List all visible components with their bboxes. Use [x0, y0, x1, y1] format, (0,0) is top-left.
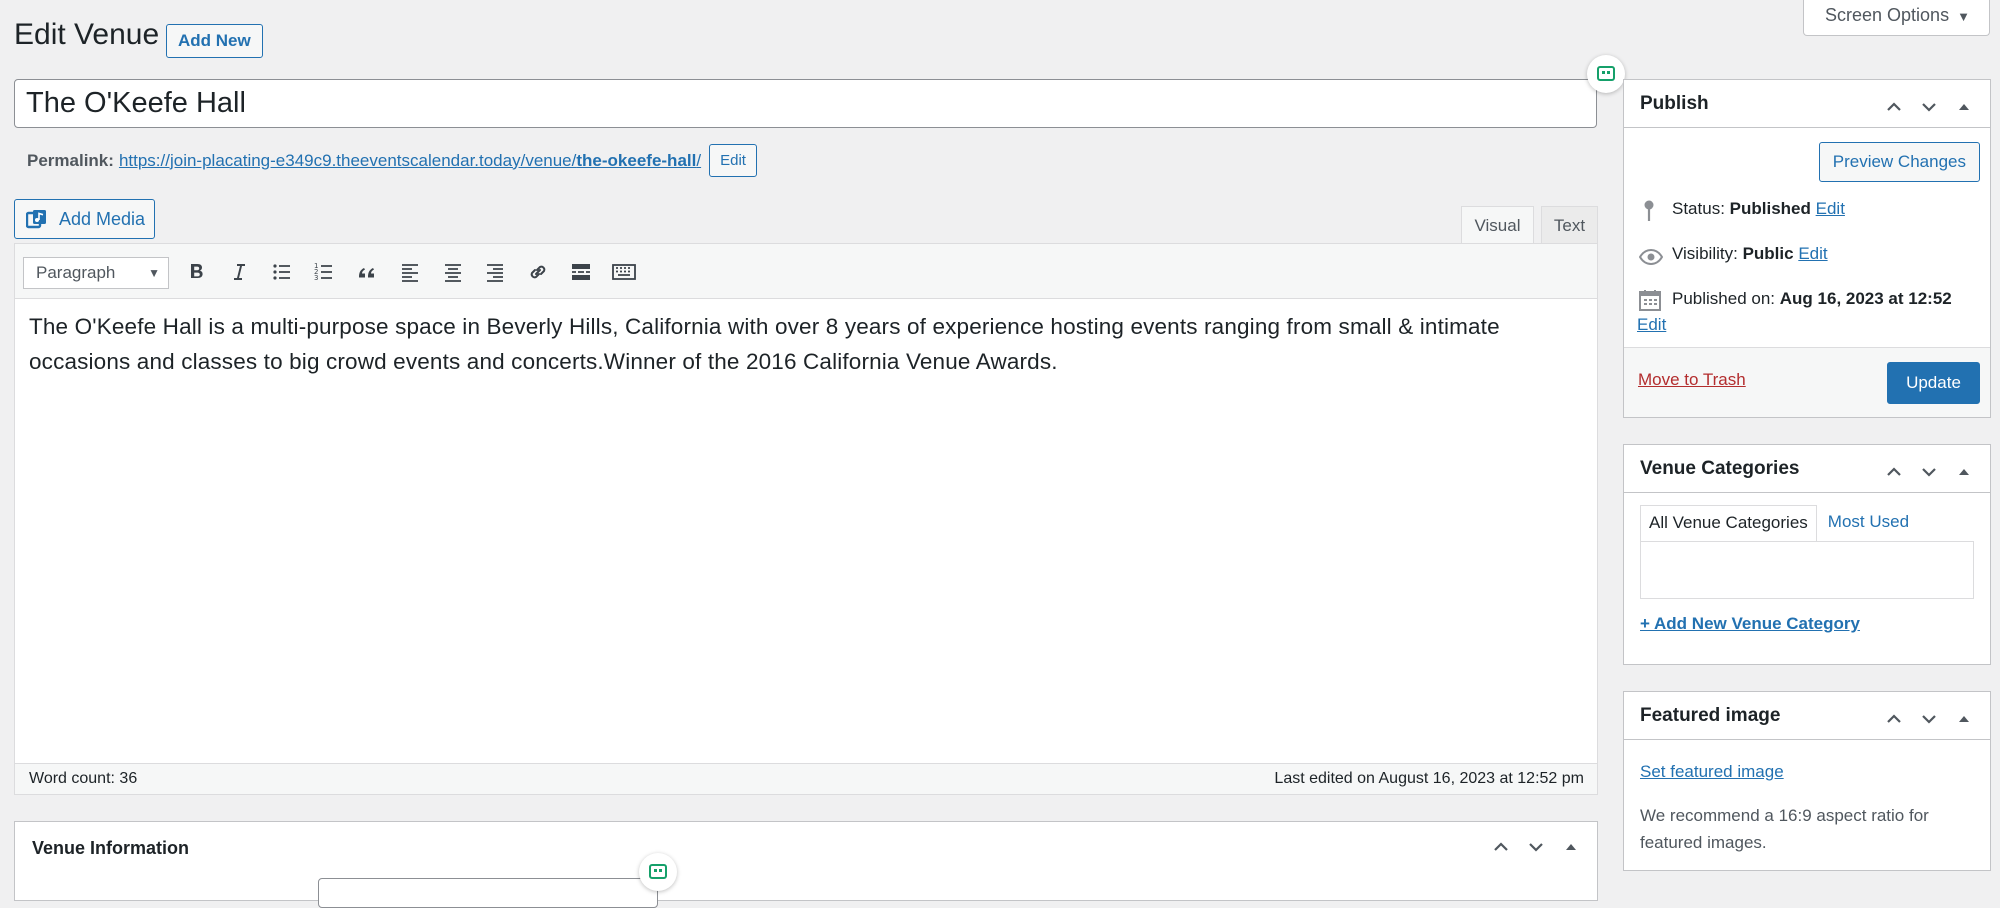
screen-options-button[interactable]: Screen Options ▼: [1803, 0, 1990, 36]
svg-text:3: 3: [314, 274, 318, 282]
venue-categories-box: Venue Categories All Venue Categories Mo…: [1623, 444, 1991, 665]
visibility-row: Visibility: Public Edit: [1639, 244, 1828, 266]
tab-most-used[interactable]: Most Used: [1817, 505, 1920, 541]
permalink-row: Permalink: https://join-placating-e349c9…: [27, 144, 757, 177]
caret-down-icon: ▼: [148, 266, 160, 280]
align-left-icon[interactable]: [395, 257, 425, 287]
status-label: Status:: [1672, 199, 1725, 218]
preview-changes-button[interactable]: Preview Changes: [1818, 142, 1980, 182]
venue-information-box: Venue Information: [14, 821, 1598, 908]
bold-icon[interactable]: [181, 257, 211, 287]
visibility-value: Public: [1742, 244, 1794, 263]
caret-down-icon: ▼: [1957, 9, 1970, 24]
move-down-icon[interactable]: [1519, 834, 1554, 860]
link-icon[interactable]: [523, 257, 553, 287]
toggle-panel-icon[interactable]: [1947, 706, 1982, 732]
move-up-icon[interactable]: [1877, 94, 1912, 120]
status-edit-link[interactable]: Edit: [1816, 199, 1845, 218]
visibility-label: Visibility:: [1672, 244, 1738, 263]
move-down-icon[interactable]: [1912, 94, 1947, 120]
venue-info-field[interactable]: [318, 878, 658, 908]
eye-icon: [1639, 248, 1663, 266]
permalink-label: Permalink:: [27, 150, 114, 170]
add-new-venue-category-link[interactable]: + Add New Venue Category: [1640, 614, 1860, 634]
pin-icon: [1644, 200, 1654, 221]
published-on-row: Published on: Aug 16, 2023 at 12:52: [1639, 289, 1984, 311]
word-count: Word count: 36: [29, 770, 138, 787]
permalink-link[interactable]: https://join-placating-e349c9.theeventsc…: [119, 151, 701, 171]
page-title: Edit Venue: [14, 18, 160, 51]
editor-toolbar: Paragraph ▼ 123: [15, 244, 1597, 299]
editor-content[interactable]: The O'Keefe Hall is a multi-purpose spac…: [29, 309, 1577, 379]
status-row: Status: Published Edit: [1639, 199, 1845, 221]
blockquote-icon[interactable]: [352, 257, 382, 287]
visibility-edit-link[interactable]: Edit: [1798, 244, 1827, 263]
last-edited: Last edited on August 16, 2023 at 12:52 …: [1274, 770, 1584, 787]
venue-categories-title: Venue Categories: [1640, 458, 1800, 479]
toggle-panel-icon[interactable]: [1947, 94, 1982, 120]
move-to-trash-link[interactable]: Move to Trash: [1638, 370, 1746, 390]
content-editor: Paragraph ▼ 123 The O'Keefe Hall is a mu…: [14, 243, 1598, 795]
published-on-edit-link[interactable]: Edit: [1637, 315, 1666, 334]
move-up-icon[interactable]: [1484, 834, 1519, 860]
publish-actions: Move to Trash Update: [1624, 347, 1990, 417]
publish-title: Publish: [1640, 93, 1709, 114]
tab-text[interactable]: Text: [1541, 206, 1598, 243]
add-new-button[interactable]: Add New: [166, 24, 263, 58]
bullet-list-icon[interactable]: [267, 257, 297, 287]
tab-visual[interactable]: Visual: [1461, 206, 1534, 244]
venue-information-title: Venue Information: [32, 838, 190, 858]
publish-box: Publish Preview Changes Status: Publishe…: [1623, 79, 1991, 418]
permalink-base: https://join-placating-e349c9.theeventsc…: [118, 150, 577, 170]
italic-icon[interactable]: [224, 257, 254, 287]
featured-image-title: Featured image: [1640, 705, 1781, 726]
status-value: Published: [1729, 199, 1811, 218]
align-center-icon[interactable]: [438, 257, 468, 287]
read-more-icon[interactable]: [566, 257, 596, 287]
permalink-edit-button[interactable]: Edit: [709, 144, 757, 177]
move-down-icon[interactable]: [1912, 706, 1947, 732]
permalink-trailing: /: [696, 150, 702, 170]
add-media-button[interactable]: Add Media: [14, 199, 155, 239]
numbered-list-icon[interactable]: 123: [309, 257, 339, 287]
published-on-label: Published on:: [1672, 289, 1776, 308]
featured-image-note: We recommend a 16:9 aspect ratio for fea…: [1640, 806, 1929, 852]
editor-statusbar: Word count: 36 Last edited on August 16,…: [15, 763, 1597, 794]
format-select[interactable]: Paragraph ▼: [23, 257, 169, 289]
move-down-icon[interactable]: [1912, 459, 1947, 485]
grammarly-icon[interactable]: [1587, 55, 1625, 93]
featured-image-box: Featured image Set featured image We rec…: [1623, 691, 1991, 871]
tab-all-venue-categories[interactable]: All Venue Categories: [1640, 505, 1817, 541]
toolbar-toggle-icon[interactable]: [609, 257, 639, 287]
set-featured-image-link[interactable]: Set featured image: [1640, 762, 1784, 782]
screen-options-label: Screen Options: [1825, 5, 1950, 25]
post-title-input[interactable]: The O'Keefe Hall: [14, 79, 1597, 128]
toggle-panel-icon[interactable]: [1947, 459, 1982, 485]
grammarly-icon[interactable]: [639, 853, 677, 891]
toggle-panel-icon[interactable]: [1554, 834, 1589, 860]
add-media-icon: [26, 210, 46, 229]
move-up-icon[interactable]: [1877, 459, 1912, 485]
category-tabs: All Venue Categories Most Used: [1640, 505, 1920, 541]
align-right-icon[interactable]: [480, 257, 510, 287]
update-button[interactable]: Update: [1887, 362, 1980, 404]
permalink-slug: the-okeefe-hall: [576, 150, 697, 170]
add-media-label: Add Media: [59, 209, 146, 229]
published-on-value: Aug 16, 2023 at 12:52: [1779, 289, 1952, 308]
category-checklist[interactable]: [1640, 541, 1974, 599]
move-up-icon[interactable]: [1877, 706, 1912, 732]
format-select-value: Paragraph: [36, 263, 116, 282]
calendar-icon: [1639, 290, 1661, 311]
